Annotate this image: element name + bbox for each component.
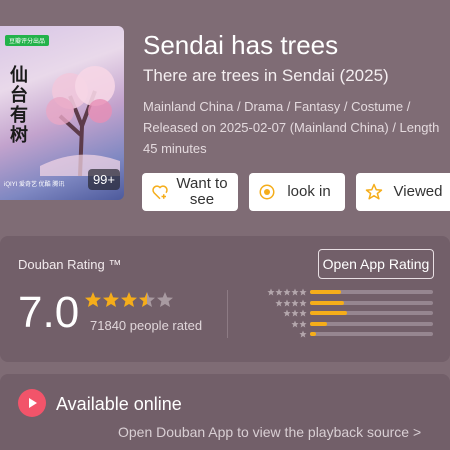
mini-stars-icon: [299, 330, 307, 338]
distribution-fill: [310, 300, 345, 305]
want-to-see-button[interactable]: Want to see: [142, 173, 238, 211]
mini-stars-icon: [283, 309, 307, 317]
star-icon: [85, 292, 101, 307]
distribution-fill: [310, 311, 347, 315]
distribution-row: [255, 330, 440, 340]
play-icon: [18, 389, 46, 417]
target-icon: [257, 182, 277, 202]
poster-platform-logos: iQIYI 爱奇艺 优酷 腾讯: [4, 182, 65, 188]
meta-line: 45 minutes: [143, 141, 207, 156]
action-bar: Want to see look in Viewed: [142, 173, 450, 211]
viewed-label: Viewed: [393, 183, 443, 200]
star-outline-icon: [364, 182, 384, 202]
look-in-button[interactable]: look in: [249, 173, 345, 211]
viewed-button[interactable]: Viewed: [356, 173, 450, 211]
distribution-track: [310, 300, 433, 305]
poster-tree-illustration: [40, 66, 120, 176]
distribution-row: [255, 320, 440, 330]
playback-source-link[interactable]: Open Douban App to view the playback sou…: [118, 424, 421, 440]
mini-stars-icon: [291, 320, 307, 328]
mini-stars-icon: [267, 288, 307, 296]
online-card[interactable]: Available online Open Douban App to view…: [0, 374, 450, 450]
distribution-track: [310, 332, 433, 336]
movie-subtitle: There are trees in Sendai (2025): [143, 66, 389, 85]
douban-rating-label: Douban Rating ™: [18, 257, 122, 272]
want-to-see-label: Want to see: [176, 175, 228, 208]
distribution-fill: [310, 321, 328, 326]
distribution-fill: [310, 332, 317, 336]
half-star-icon: [139, 292, 155, 307]
rating-stars: [84, 291, 174, 309]
rating-divider: [227, 290, 228, 338]
heart-plus-icon: [150, 182, 170, 202]
movie-meta: Mainland China / Drama / Fantasy / Costu…: [143, 96, 450, 159]
distribution-row: [255, 288, 440, 298]
distribution-row: [255, 299, 440, 309]
available-online-label: Available online: [56, 394, 182, 414]
distribution-row: [255, 309, 440, 319]
distribution-track: [310, 321, 433, 326]
rating-count: 71840 people rated: [90, 318, 203, 333]
star-icon: [103, 292, 119, 307]
meta-line: Mainland China / Drama / Fantasy / Costu…: [143, 99, 411, 114]
movie-poster[interactable]: 豆瓣评分出品 仙台有树 iQIYI 爱奇艺 优酷 腾讯 99+: [0, 26, 124, 200]
mini-stars-icon: [275, 299, 307, 307]
poster-calligraphy: 仙台有树: [10, 65, 28, 146]
distribution-track: [310, 311, 433, 315]
distribution-fill: [310, 290, 341, 294]
rating-score: 7.0: [18, 288, 80, 337]
meta-line: Released on 2025-02-07 (Mainland China) …: [143, 120, 440, 135]
movie-title: Sendai has trees: [143, 30, 339, 60]
poster-image-count[interactable]: 99+: [87, 169, 120, 190]
empty-star-icon: [157, 292, 173, 307]
distribution-track: [310, 290, 433, 294]
poster-badge: 豆瓣评分出品: [5, 35, 50, 46]
look-in-label: look in: [287, 183, 331, 200]
star-icon: [121, 292, 137, 307]
open-app-rating-button[interactable]: Open App Rating: [318, 249, 434, 279]
